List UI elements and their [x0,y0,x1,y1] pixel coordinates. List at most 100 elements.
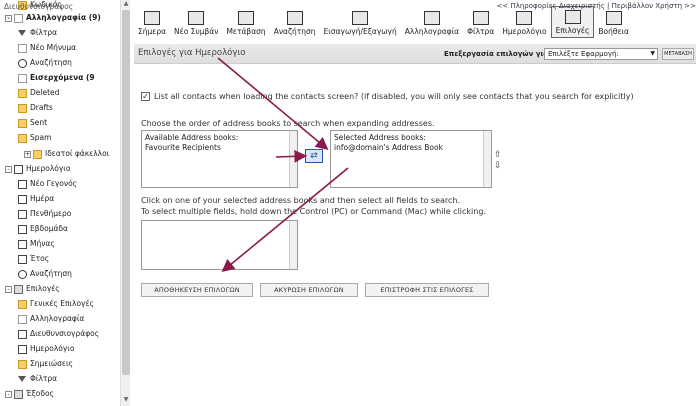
options-form: ✓ List all contacts when loading the con… [134,82,696,302]
sidebar-item[interactable]: Spam [18,132,51,144]
toolbar-button[interactable]: Αλληλογραφία [401,6,463,38]
list-all-contacts-checkbox[interactable]: ✓ [141,92,150,101]
sidebar-scrollbar[interactable]: ▲ ▼ [120,0,130,406]
list-scrollbar[interactable] [289,131,297,187]
search-icon [286,11,303,25]
today-icon [144,11,161,25]
available-header: Available Address books: [145,133,239,142]
sidebar-item[interactable]: Αναζήτηση [18,268,72,280]
selected-address-books-list[interactable]: Selected Address books: info@domain's Ad… [330,130,492,188]
toolbar-button[interactable]: Αναζήτηση [270,6,320,38]
toolbar-button-label: Νέο Συμβάν [174,27,219,36]
sidebar-item[interactable]: + Ιδεατοί φάκελλοι [24,148,109,160]
list-scrollbar[interactable] [289,221,297,269]
toolbar-button[interactable]: Ημερολόγιο [498,6,550,38]
sidebar-item[interactable]: Σημειώσεις [18,358,73,370]
toolbar-button[interactable]: Σήμερα [134,6,170,38]
scroll-down-icon[interactable]: ▼ [122,396,130,404]
list-item[interactable]: Favourite Recipients [145,143,294,153]
cancel-options-button[interactable]: ΑΚΥΡΩΣΗ ΕΠΙΛΟΓΩΝ [260,283,358,297]
available-address-books-list[interactable]: Available Address books: Favourite Recip… [141,130,298,188]
sidebar-item-label: Φίλτρα [30,374,58,383]
sidebar-item-label: Διευθυνσιογράφος [30,329,100,338]
sidebar-item-label: Αναζήτηση [30,269,72,278]
collapse-icon[interactable]: - [5,390,12,398]
move-address-book-icon[interactable]: ⇄ [305,149,323,163]
sidebar-navigation: Κωδικός - Αλληλογραφία (9) Φίλτρα Νέο Μήνυμα… [0,0,130,406]
list-scrollbar[interactable] [483,131,491,187]
sidebar-item[interactable]: Φίλτρα [18,373,57,385]
move-up-icon[interactable]: ⇧ [494,150,502,160]
notes-icon [18,359,27,369]
sidebar-item-label: Νέο Γεγονός [30,179,78,188]
mail-icon [14,13,23,23]
sidebar-item[interactable]: Διευθυνσιογράφος [18,328,99,340]
sidebar-item[interactable]: Deleted [18,87,59,99]
search-fields-list[interactable] [141,220,298,270]
sidebar-item[interactable]: Νέο Γεγονός [18,178,77,190]
collapse-icon[interactable]: - [5,165,12,173]
sidebar-item[interactable]: Γενικές Επιλογές [18,298,94,310]
scroll-up-icon[interactable]: ▲ [122,0,130,8]
new-event-icon [188,11,205,25]
nav-links[interactable]: << Πληροφορίες Διαχειριστής | Περιβάλλον… [497,2,697,10]
week-icon [18,224,27,234]
sidebar-item-label: Πενθήμερο [30,209,72,218]
filter-icon [472,11,489,25]
calendar-icon [14,164,23,174]
sidebar-item[interactable]: Αλληλογραφία [18,313,84,325]
sidebar-item[interactable]: Ημερολόγιο [18,343,74,355]
sidebar-item[interactable]: Πενθήμερο [18,208,71,220]
collapse-icon[interactable]: - [5,14,12,22]
sidebar-item-label: Γενικές Επιλογές [30,299,94,308]
sidebar-item[interactable]: Φίλτρα [18,27,57,39]
day-icon [18,194,27,204]
sidebar-item[interactable]: Ημέρα [18,193,54,205]
sidebar-item[interactable]: Έτος [18,253,49,265]
toolbar-button-label: Φίλτρα [467,27,495,36]
list-all-contacts-label: List all contacts when loading the conta… [154,92,634,101]
sidebar-item[interactable]: Μήνας [18,238,55,250]
sidebar-item[interactable]: Sent [18,117,47,129]
toolbar-button[interactable]: Επιλογές [550,6,595,38]
sidebar-item[interactable]: - Αλληλογραφία (9) [5,12,101,24]
toolbar-button[interactable]: Φίλτρα [463,6,498,38]
return-to-options-button[interactable]: ΕΠΙΣΤΡΟΦΗ ΣΤΙΣ ΕΠΙΛΟΓΕΣ [365,283,489,297]
sidebar-item-label: Αναζήτηση [30,58,72,67]
sidebar-item[interactable]: Drafts [18,102,53,114]
edit-options-label: Επεξεργασία επιλογών για: [444,50,551,58]
address-book-icon [18,329,27,339]
sidebar-item[interactable]: Εβδομάδα [18,223,68,235]
fields-help-line-2: To select multiple fields, hold down the… [141,207,486,216]
sidebar-item[interactable]: - Επιλογές [5,283,60,295]
navigation-tree: Κωδικός - Αλληλογραφία (9) Φίλτρα Νέο Μήνυμα… [0,0,120,406]
go-button[interactable]: ΜΕΤΑΒΑΣΗ [662,48,694,60]
list-item[interactable]: info@domain's Address Book [334,143,488,153]
sidebar-item-label: Ημερολόγιο [30,344,75,353]
toolbar-button[interactable]: Μετάβαση [222,6,269,38]
toolbar-button-label: Αλληλογραφία [404,27,460,36]
sidebar-item[interactable]: - Ημερολόγιο [5,163,70,175]
save-options-button[interactable]: ΑΠΟΘΗΚΕΥΣΗ ΕΠΙΛΟΓΩΝ [141,283,253,297]
move-down-icon[interactable]: ⇩ [494,161,502,171]
sidebar-item-label: Deleted [30,88,60,97]
sidebar-item[interactable]: Εισερχόμενα (9 [18,72,95,84]
sidebar-item[interactable]: Αναζήτηση [18,57,72,69]
expand-icon[interactable]: + [24,150,31,158]
scrollbar-thumb[interactable] [122,10,130,375]
collapse-icon[interactable]: - [5,285,12,293]
logout-icon [14,389,23,399]
page-header: Επιλογές για Ημερολόγιο Επεξεργασία επιλ… [134,44,696,64]
sidebar-item-label: Νέο Μήνυμα [30,43,77,52]
year-icon [18,254,27,264]
page-title: Επιλογές για Ημερολόγιο [138,48,246,58]
toolbar-button[interactable]: Νέο Συμβάν [170,6,222,38]
sidebar-item[interactable]: Νέο Μήνυμα [18,42,76,54]
sidebar-item[interactable]: - Έξοδος [5,388,54,400]
application-select[interactable]: Επιλέξτε Εφαρμογή: ▼ [544,48,658,60]
toolbar-button[interactable]: Εισαγωγή/Εξαγωγή [320,6,401,38]
folder-icon [18,103,27,113]
import-export-icon [352,11,369,25]
sidebar-item-label: Spam [30,133,52,142]
toolbar-button[interactable]: Βοήθεια [594,6,633,38]
